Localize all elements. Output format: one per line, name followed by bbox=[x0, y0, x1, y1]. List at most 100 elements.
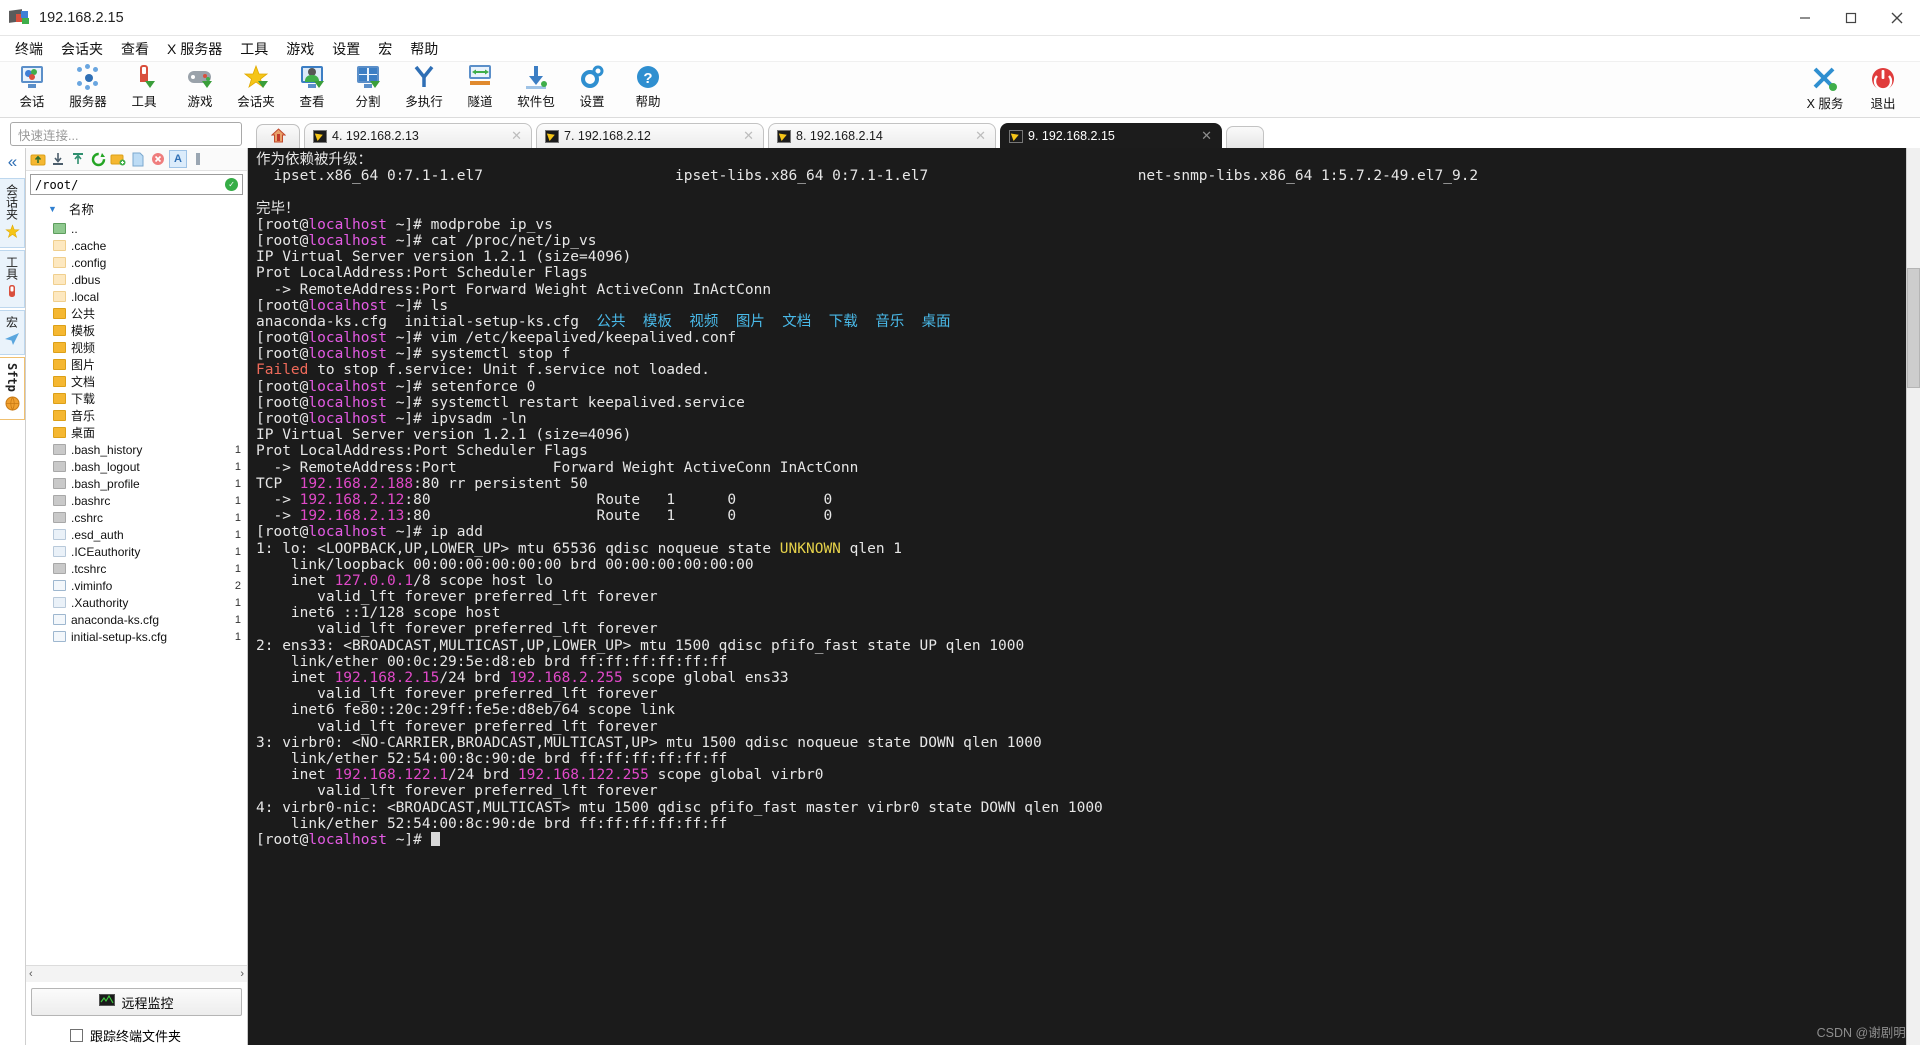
toolbar-servers-button[interactable]: 服务器 bbox=[60, 62, 116, 110]
toolbar-split-button[interactable]: 分割 bbox=[340, 62, 396, 110]
file-row[interactable]: anaconda-ks.cfg 1 bbox=[26, 611, 247, 628]
file-row[interactable]: .viminfo 2 bbox=[26, 577, 247, 594]
home-tab[interactable] bbox=[256, 124, 300, 148]
scroll-left-icon[interactable]: ‹ bbox=[29, 968, 33, 980]
refresh-icon[interactable] bbox=[89, 150, 107, 168]
terminal-text: ~]# vim /etc/keepalived/keepalived.conf bbox=[386, 330, 737, 347]
info-icon[interactable] bbox=[189, 150, 207, 168]
delete-icon[interactable] bbox=[149, 150, 167, 168]
file-row[interactable]: .bash_logout 1 bbox=[26, 458, 247, 475]
file-row[interactable]: .cache bbox=[26, 237, 247, 254]
rail-group-sessions[interactable]: 会话夹 bbox=[0, 178, 25, 248]
dimfolder-icon bbox=[53, 240, 66, 251]
terminal-line: Prot LocalAddress:Port Scheduler Flags bbox=[256, 265, 1906, 281]
file-row[interactable]: .dbus bbox=[26, 271, 247, 288]
file-row[interactable]: .ICEauthority 1 bbox=[26, 543, 247, 560]
rail-group-macros[interactable]: 宏 bbox=[0, 310, 25, 355]
minimize-button[interactable] bbox=[1782, 0, 1828, 35]
tab-close-icon[interactable]: ✕ bbox=[511, 128, 522, 144]
menu-games[interactable]: 游戏 bbox=[277, 36, 323, 62]
svg-text:?: ? bbox=[643, 70, 652, 87]
file-row[interactable]: .cshrc 1 bbox=[26, 509, 247, 526]
toolbar-help-button[interactable]: ? 帮助 bbox=[620, 62, 676, 110]
file-row[interactable]: .Xauthority 1 bbox=[26, 594, 247, 611]
file-row[interactable]: .local bbox=[26, 288, 247, 305]
text-mode-icon[interactable]: A bbox=[169, 150, 187, 168]
terminal-text: localhost bbox=[308, 394, 387, 411]
terminal-line: [root@localhost ~]# ls bbox=[256, 298, 1906, 314]
toolbar-tools-button[interactable]: 工具 bbox=[116, 62, 172, 110]
file-row[interactable]: .. bbox=[26, 220, 247, 237]
tab-192-168-2-15[interactable]: 9. 192.168.2.15 ✕ bbox=[1000, 123, 1222, 148]
quick-connect-input[interactable]: 快速连接... bbox=[10, 122, 242, 146]
terminal-output[interactable]: 作为依赖被升级： ipset.x86_64 0:7.1-1.el7 ipset-… bbox=[248, 148, 1906, 1045]
toolbar-packages-button[interactable]: 软件包 bbox=[508, 62, 564, 110]
file-row[interactable]: 模板 bbox=[26, 322, 247, 339]
toolbar-tunneling-button[interactable]: 隧道 bbox=[452, 62, 508, 110]
toolbar-session-button[interactable]: 会话 bbox=[4, 62, 60, 110]
new-tab-button[interactable] bbox=[1226, 126, 1264, 148]
tab-192-168-2-12[interactable]: 7. 192.168.2.12 ✕ bbox=[536, 123, 764, 148]
toolbar-exit-button[interactable]: 退出 bbox=[1854, 64, 1912, 112]
rail-group-sftp[interactable]: Sftp bbox=[0, 357, 25, 420]
menu-terminal[interactable]: 终端 bbox=[6, 36, 52, 62]
new-file-icon[interactable] bbox=[129, 150, 147, 168]
file-row[interactable]: 公共 bbox=[26, 305, 247, 322]
maximize-button[interactable] bbox=[1828, 0, 1874, 35]
toolbar-games-button[interactable]: 游戏 bbox=[172, 62, 228, 110]
toolbar-sessions-folder-button[interactable]: 会话夹 bbox=[228, 62, 284, 110]
toolbar-help-label: 帮助 bbox=[635, 95, 661, 109]
follow-terminal-folder-checkbox[interactable]: 跟踪终端文件夹 bbox=[26, 1020, 247, 1045]
upload-icon[interactable] bbox=[69, 150, 87, 168]
sftp-horizontal-scrollbar[interactable]: ‹ › bbox=[26, 965, 247, 982]
file-row[interactable]: 下载 bbox=[26, 390, 247, 407]
remote-monitoring-button[interactable]: 远程监控 bbox=[31, 988, 242, 1016]
file-row[interactable]: 文档 bbox=[26, 373, 247, 390]
file-row[interactable]: .bash_history 1 bbox=[26, 441, 247, 458]
terminal-text: 192.168.2.15 bbox=[334, 670, 440, 686]
terminal-text: 2: ens33: <BROADCAST,MULTICAST,UP,LOWER_… bbox=[256, 637, 1025, 654]
terminal-panel[interactable]: 作为依赖被升级： ipset.x86_64 0:7.1-1.el7 ipset-… bbox=[248, 148, 1920, 1045]
menu-help[interactable]: 帮助 bbox=[401, 36, 447, 62]
download-icon[interactable] bbox=[49, 150, 67, 168]
menu-sessions[interactable]: 会话夹 bbox=[52, 36, 112, 62]
tab-close-icon[interactable]: ✕ bbox=[975, 128, 986, 144]
toolbar-xserver-button[interactable]: X 服务 bbox=[1796, 64, 1854, 112]
tab-192-168-2-14[interactable]: 8. 192.168.2.14 ✕ bbox=[768, 123, 996, 148]
rail-group-tools[interactable]: 工具 bbox=[0, 250, 25, 308]
new-folder-icon[interactable] bbox=[109, 150, 127, 168]
menu-settings[interactable]: 设置 bbox=[323, 36, 369, 62]
menu-view[interactable]: 查看 bbox=[112, 36, 158, 62]
terminal-text: /24 brd bbox=[448, 767, 518, 784]
file-row[interactable]: .config bbox=[26, 254, 247, 271]
terminal-scrollbar[interactable] bbox=[1906, 148, 1920, 1045]
file-row[interactable]: .bash_profile 1 bbox=[26, 475, 247, 492]
tab-close-icon[interactable]: ✕ bbox=[743, 128, 754, 144]
menu-xserver[interactable]: X 服务器 bbox=[158, 36, 231, 62]
toolbar-multiexec-button[interactable]: 多执行 bbox=[396, 62, 452, 110]
file-row[interactable]: 视频 bbox=[26, 339, 247, 356]
file-row[interactable]: .bashrc 1 bbox=[26, 492, 247, 509]
file-row[interactable]: .esd_auth 1 bbox=[26, 526, 247, 543]
terminal-line: valid_lft forever preferred_lft forever bbox=[256, 686, 1906, 702]
sftp-file-list[interactable]: .. .cache .config .dbus .local 公共 模板 视频 图片 文档 下载音乐… bbox=[26, 220, 247, 965]
sftp-path-input[interactable]: /root/ ✓ bbox=[30, 174, 243, 195]
file-row[interactable]: 桌面 bbox=[26, 424, 247, 441]
tab-192-168-2-13[interactable]: 4. 192.168.2.13 ✕ bbox=[304, 123, 532, 148]
toolbar-view-button[interactable]: 查看 bbox=[284, 62, 340, 110]
close-button[interactable] bbox=[1874, 0, 1920, 35]
menu-macros[interactable]: 宏 bbox=[369, 36, 401, 62]
parent-folder-icon[interactable] bbox=[29, 150, 47, 168]
file-row[interactable]: .tcshrc 1 bbox=[26, 560, 247, 577]
menu-tools[interactable]: 工具 bbox=[231, 36, 277, 62]
tab-close-icon[interactable]: ✕ bbox=[1201, 128, 1212, 144]
checkbox-box[interactable] bbox=[70, 1029, 83, 1042]
toolbar-settings-button[interactable]: 设置 bbox=[564, 62, 620, 110]
file-row[interactable]: 图片 bbox=[26, 356, 247, 373]
file-name: 音乐 bbox=[71, 409, 96, 423]
sftp-column-header[interactable]: ▼ 名称 bbox=[26, 197, 247, 220]
scroll-right-icon[interactable]: › bbox=[240, 968, 244, 980]
file-row[interactable]: initial-setup-ks.cfg 1 bbox=[26, 628, 247, 645]
file-row[interactable]: 音乐 bbox=[26, 407, 247, 424]
chevron-double-left-icon[interactable]: « bbox=[8, 152, 17, 172]
